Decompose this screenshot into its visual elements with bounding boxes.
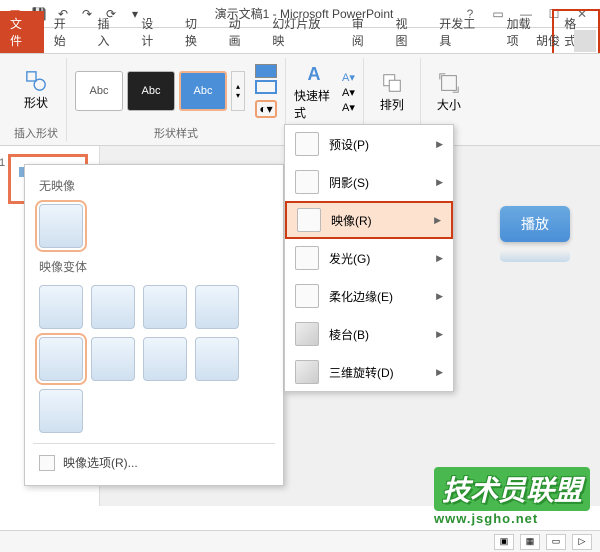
reflection-preset-3[interactable]: [143, 285, 187, 329]
group-label-shape-styles: 形状样式: [154, 123, 198, 141]
bevel-icon: [295, 322, 319, 346]
play-shape-reflection: [500, 250, 570, 262]
size-button[interactable]: 大小: [429, 68, 469, 118]
shape-outline-button[interactable]: [255, 80, 277, 94]
reflection-options-item[interactable]: 映像选项(R)...: [33, 448, 275, 477]
menu-reflection[interactable]: 映像(R) ▶: [285, 201, 453, 239]
group-label-insert-shapes: 插入形状: [14, 123, 58, 141]
separator: [33, 443, 275, 444]
tab-developer[interactable]: 开发工具: [429, 11, 496, 53]
menu-bevel[interactable]: 棱台(B) ▶: [285, 315, 453, 353]
view-slideshow-button[interactable]: ▷: [572, 534, 592, 550]
reflection-preset-7[interactable]: [143, 337, 187, 381]
shape-effects-menu: 预设(P) ▶ 阴影(S) ▶ 映像(R) ▶ 发光(G) ▶ 柔化边缘(E) ▶ 棱台(…: [284, 124, 454, 392]
reflection-preset-5[interactable]: [39, 337, 83, 381]
view-sorter-button[interactable]: ▦: [520, 534, 540, 550]
menu-softedge[interactable]: 柔化边缘(E) ▶: [285, 277, 453, 315]
menu-softedge-label: 柔化边缘(E): [329, 288, 393, 305]
text-effects-icon[interactable]: A▾: [342, 101, 355, 114]
tab-review[interactable]: 审阅: [342, 11, 386, 53]
shape-styles-more-button[interactable]: ▴▾: [231, 71, 245, 111]
ribbon-group-insert-shapes: 形状 插入形状: [6, 58, 67, 141]
arrange-icon: [381, 72, 403, 94]
tab-insert[interactable]: 插入: [87, 11, 131, 53]
play-shape[interactable]: 播放: [500, 206, 570, 242]
shape-style-3[interactable]: Abc: [179, 71, 227, 111]
tab-home[interactable]: 开始: [44, 11, 88, 53]
reflection-preset-6[interactable]: [91, 337, 135, 381]
chevron-right-icon: ▶: [436, 253, 443, 264]
menu-3drotation[interactable]: 三维旋转(D) ▶: [285, 353, 453, 391]
tab-transitions[interactable]: 切换: [175, 11, 219, 53]
chevron-right-icon: ▶: [436, 177, 443, 188]
status-bar: ▣ ▦ ▭ ▷: [0, 530, 600, 552]
tab-user[interactable]: 胡俊: [526, 28, 570, 53]
flyout-header-none: 无映像: [33, 173, 275, 198]
menu-shadow[interactable]: 阴影(S) ▶: [285, 163, 453, 201]
preset-icon: [295, 132, 319, 156]
reflection-flyout: 无映像 映像变体 映像选项(R)...: [24, 164, 284, 486]
reflection-preset-1[interactable]: [39, 285, 83, 329]
shape-style-1[interactable]: Abc: [75, 71, 123, 111]
site-watermark: 技术员联盟 www.jsgho.net: [434, 467, 590, 526]
shape-effects-button[interactable]: ◐▾: [255, 100, 277, 118]
quick-style-button[interactable]: A 快速样式: [294, 68, 334, 118]
reflection-preset-8[interactable]: [195, 337, 239, 381]
shapes-icon: [25, 70, 47, 92]
shape-style-2[interactable]: Abc: [127, 71, 175, 111]
size-icon: [438, 72, 460, 94]
reflection-icon: [297, 208, 321, 232]
shape-fill-button[interactable]: [255, 64, 277, 78]
flyout-header-variants: 映像变体: [33, 254, 275, 279]
chevron-right-icon: ▶: [436, 329, 443, 340]
menu-preset-label: 预设(P): [329, 136, 369, 153]
wordart-icon: A: [308, 64, 321, 85]
arrange-label: 排列: [380, 96, 404, 113]
text-outline-icon[interactable]: A▾: [342, 86, 355, 99]
view-normal-button[interactable]: ▣: [494, 534, 514, 550]
tab-design[interactable]: 设计: [131, 11, 175, 53]
rotation-icon: [295, 360, 319, 384]
text-fill-icon[interactable]: A▾: [342, 71, 355, 84]
reflection-preset-4[interactable]: [195, 285, 239, 329]
reflection-preset-9[interactable]: [39, 389, 83, 433]
options-icon: [39, 455, 55, 471]
quick-style-label: 快速样式: [294, 87, 334, 121]
shadow-icon: [295, 170, 319, 194]
arrange-button[interactable]: 排列: [372, 68, 412, 118]
menu-glow[interactable]: 发光(G) ▶: [285, 239, 453, 277]
chevron-right-icon: ▶: [434, 215, 441, 226]
shapes-gallery-button[interactable]: 形状: [16, 66, 56, 116]
site-logo-url: www.jsgho.net: [434, 511, 590, 526]
chevron-right-icon: ▶: [436, 291, 443, 302]
chevron-right-icon: ▶: [436, 139, 443, 150]
reflection-preset-2[interactable]: [91, 285, 135, 329]
reflection-options-label: 映像选项(R)...: [63, 454, 138, 471]
menu-bevel-label: 棱台(B): [329, 326, 369, 343]
menu-preset[interactable]: 预设(P) ▶: [285, 125, 453, 163]
view-reading-button[interactable]: ▭: [546, 534, 566, 550]
ribbon-group-shape-styles: Abc Abc Abc ▴▾ ◐▾ 形状样式: [67, 58, 286, 141]
site-logo-text: 技术员联盟: [434, 467, 590, 511]
ribbon-tabs: 文件 开始 插入 设计 切换 动画 幻灯片放映 审阅 视图 开发工具 加载项 格…: [0, 28, 600, 54]
menu-3drotation-label: 三维旋转(D): [329, 364, 394, 381]
tab-view[interactable]: 视图: [385, 11, 429, 53]
chevron-right-icon: ▶: [436, 367, 443, 378]
glow-icon: [295, 246, 319, 270]
size-label: 大小: [437, 96, 461, 113]
menu-shadow-label: 阴影(S): [329, 174, 369, 191]
softedge-icon: [295, 284, 319, 308]
tab-slideshow[interactable]: 幻灯片放映: [262, 11, 341, 53]
reflection-preset-none[interactable]: [39, 204, 83, 248]
menu-reflection-label: 映像(R): [331, 212, 372, 229]
user-avatar[interactable]: [574, 30, 596, 52]
menu-glow-label: 发光(G): [329, 250, 370, 267]
tab-animations[interactable]: 动画: [219, 11, 263, 53]
tab-file[interactable]: 文件: [0, 11, 44, 53]
shapes-label: 形状: [24, 94, 48, 111]
